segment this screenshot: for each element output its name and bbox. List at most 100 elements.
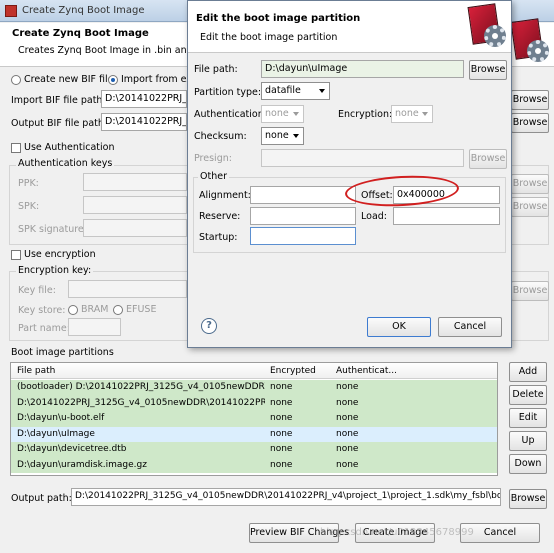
row-encrypted: none <box>270 459 293 470</box>
checksum-select[interactable]: none <box>261 127 304 145</box>
chevron-down-icon <box>422 112 428 116</box>
partition-type-select[interactable]: datafile <box>261 82 330 100</box>
spk-label: SPK: <box>18 201 40 212</box>
col-authentication[interactable]: Authenticat... <box>336 366 397 376</box>
row-path: D:\dayun\uramdisk.image.gz <box>17 459 147 470</box>
key-file-label: Key file: <box>18 285 56 296</box>
edit-partition-dialog: Edit the boot image partition Edit the b… <box>187 0 512 348</box>
main-window-title: Create Zynq Boot Image <box>22 5 145 16</box>
partitions-table[interactable]: File path Encrypted Authenticat... (boot… <box>10 362 498 476</box>
checksum-value: none <box>265 130 289 141</box>
main-header-desc: Creates Zynq Boot Image in .bin and .mc <box>18 45 214 56</box>
key-file-input[interactable] <box>68 280 187 298</box>
partition-gear-icon <box>467 3 506 51</box>
import-bif-radio[interactable] <box>108 75 118 85</box>
alignment-label: Alignment: <box>199 190 251 201</box>
key-file-browse-button[interactable]: Browse <box>511 281 549 301</box>
load-label: Load: <box>361 211 387 222</box>
table-row-selected[interactable]: D:\dayun\uImage none none <box>11 426 497 442</box>
boot-image-gear-icon <box>510 18 549 66</box>
row-path: D:\dayun\u-boot.elf <box>17 413 105 423</box>
ok-button[interactable]: OK <box>367 317 431 337</box>
partition-type-label: Partition type: <box>194 87 262 98</box>
import-bif-path-input[interactable]: D:\20141022PRJ_312 <box>101 90 187 108</box>
startup-label: Startup: <box>199 232 238 243</box>
authentication-label: Authentication: <box>194 109 267 120</box>
table-header: File path Encrypted Authenticat... <box>11 363 497 379</box>
file-path-browse-button[interactable]: Browse <box>469 60 507 80</box>
col-file-path[interactable]: File path <box>17 366 55 376</box>
part-name-label: Part name: <box>18 323 70 334</box>
edit-button[interactable]: Edit <box>509 408 547 428</box>
down-button[interactable]: Down <box>509 454 547 474</box>
boot-partitions-label: Boot image partitions <box>11 347 114 358</box>
presign-label: Presign: <box>194 153 232 164</box>
use-authentication-checkbox[interactable] <box>11 143 21 153</box>
authentication-select[interactable]: none <box>261 105 304 123</box>
alignment-input[interactable] <box>250 186 356 204</box>
table-row[interactable]: D:\20141022PRJ_3125G_v4_0105newDDR\20141… <box>11 395 497 411</box>
presign-browse-button[interactable]: Browse <box>469 149 507 169</box>
edit-header-desc: Edit the boot image partition <box>200 32 338 43</box>
app-icon <box>5 5 17 17</box>
row-path: D:\20141022PRJ_3125G_v4_0105newDDR\20141… <box>17 397 265 408</box>
edit-cancel-button[interactable]: Cancel <box>438 317 502 337</box>
ppk-input[interactable] <box>83 173 187 191</box>
reserve-label: Reserve: <box>199 211 241 222</box>
bram-label: BRAM <box>81 304 109 315</box>
row-path: D:\dayun\devicetree.dtb <box>17 444 127 454</box>
checksum-label: Checksum: <box>194 131 247 142</box>
row-encrypted: none <box>270 382 293 392</box>
import-bif-browse-button[interactable]: Browse <box>511 90 549 110</box>
row-auth: none <box>336 444 359 454</box>
row-auth: none <box>336 459 359 470</box>
other-label: Other <box>198 171 229 182</box>
main-header-title: Create Zynq Boot Image <box>12 28 149 39</box>
file-path-label: File path: <box>194 64 238 75</box>
load-input[interactable] <box>393 207 500 225</box>
output-path-browse-button[interactable]: Browse <box>509 489 547 509</box>
spk-input[interactable] <box>83 196 187 214</box>
ppk-browse-button[interactable]: Browse <box>511 174 549 194</box>
chevron-down-icon <box>319 89 325 93</box>
encryption-label: Encryption: <box>338 109 393 120</box>
table-row[interactable]: D:\dayun\devicetree.dtb none none <box>11 442 497 458</box>
edit-header: Edit the boot image partition Edit the b… <box>188 1 511 53</box>
bram-radio[interactable] <box>68 305 78 315</box>
create-new-bif-label: Create new BIF file <box>24 74 114 85</box>
table-row[interactable]: D:\dayun\uramdisk.image.gz none none <box>11 457 497 473</box>
part-name-input[interactable] <box>68 318 121 336</box>
table-row[interactable]: D:\dayun\u-boot.elf none none <box>11 411 497 427</box>
startup-input[interactable] <box>250 227 356 245</box>
row-auth: none <box>336 382 359 392</box>
col-encrypted[interactable]: Encrypted <box>270 366 316 376</box>
encryption-key-label: Encryption key: <box>16 265 94 276</box>
import-bif-path-label: Import BIF file path: <box>11 95 106 106</box>
chevron-down-icon <box>293 112 299 116</box>
partition-type-value: datafile <box>265 85 301 96</box>
spk-browse-button[interactable]: Browse <box>511 197 549 217</box>
output-bif-browse-button[interactable]: Browse <box>511 113 549 133</box>
edit-header-title: Edit the boot image partition <box>196 13 361 24</box>
output-bif-path-input[interactable]: D:\20141022PRJ_312 <box>101 113 187 131</box>
file-path-input[interactable]: D:\dayun\uImage <box>261 60 464 78</box>
use-encryption-checkbox[interactable] <box>11 250 21 260</box>
encryption-value: none <box>395 108 419 119</box>
row-path: D:\dayun\uImage <box>17 428 95 439</box>
watermark: blog.csdn.net/u012345678999 <box>320 527 474 538</box>
help-icon[interactable]: ? <box>201 318 217 334</box>
delete-button[interactable]: Delete <box>509 385 547 405</box>
spk-signature-input[interactable] <box>83 219 187 237</box>
create-new-bif-radio[interactable] <box>11 75 21 85</box>
add-button[interactable]: Add <box>509 362 547 382</box>
row-path: (bootloader) D:\20141022PRJ_3125G_v4_010… <box>17 382 265 392</box>
reserve-input[interactable] <box>250 207 356 225</box>
output-path-input[interactable]: D:\20141022PRJ_3125G_v4_0105newDDR\20141… <box>71 488 501 506</box>
efuse-label: EFUSE <box>126 304 157 315</box>
up-button[interactable]: Up <box>509 431 547 451</box>
presign-input[interactable] <box>261 149 464 167</box>
row-encrypted: none <box>270 397 293 408</box>
encryption-select[interactable]: none <box>391 105 433 123</box>
efuse-radio[interactable] <box>113 305 123 315</box>
table-row[interactable]: (bootloader) D:\20141022PRJ_3125G_v4_010… <box>11 380 497 396</box>
